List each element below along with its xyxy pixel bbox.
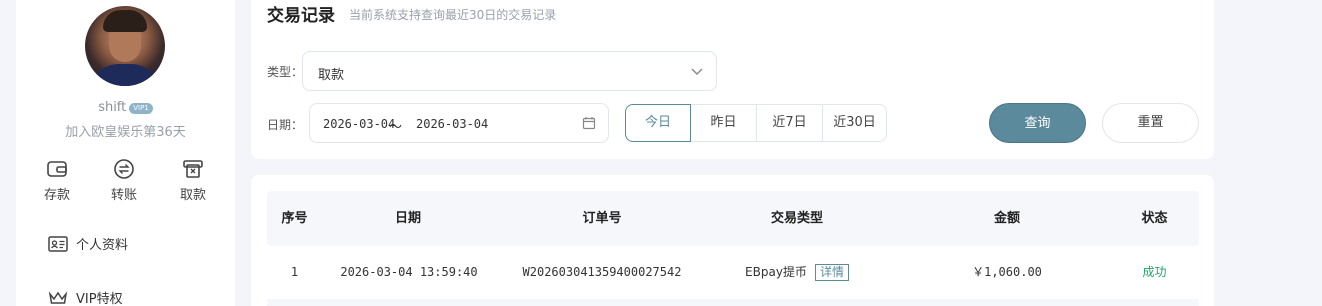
- type-select-value: 取款: [318, 68, 345, 83]
- sidebar: shift VIP1 加入欧皇娱乐第36天 存款 转账 取款 个人资料 VIP特…: [16, 0, 235, 306]
- wallet-icon: [47, 161, 67, 177]
- deposit-button[interactable]: 存款: [32, 158, 82, 203]
- withdraw-icon: [183, 160, 203, 178]
- crown-icon: [48, 291, 68, 304]
- avatar[interactable]: [85, 6, 165, 86]
- chevron-down-icon: [691, 68, 703, 75]
- join-days-text: 加入欧皇娱乐第36天: [65, 125, 186, 140]
- cell-type: EBpay提币 详情: [732, 246, 862, 298]
- quick-date-group: 今日 昨日 近7日 近30日: [625, 104, 887, 142]
- withdraw-label: 取款: [179, 188, 206, 203]
- query-button[interactable]: 查询: [989, 103, 1086, 143]
- column-header-order-no: 订单号: [582, 211, 622, 226]
- detail-button[interactable]: 详情: [814, 264, 849, 281]
- quick-date-today[interactable]: 今日: [625, 104, 691, 142]
- menu-item-vip[interactable]: VIP特权: [48, 290, 123, 306]
- username: shift: [98, 100, 127, 115]
- cell-date: 2026-03-04 13:59:40: [340, 265, 478, 279]
- withdraw-button[interactable]: 取款: [168, 158, 218, 203]
- deposit-label: 存款: [43, 188, 70, 203]
- vip-badge: VIP1: [129, 103, 153, 114]
- transfer-icon: [114, 159, 134, 179]
- cell-order-no: W202603041359400027542: [522, 265, 682, 279]
- table-row: 1 2026-03-04 13:59:40 W20260304135940002…: [267, 246, 1199, 298]
- menu-item-profile-label: 个人资料: [76, 238, 129, 253]
- type-label: 类型：: [267, 65, 304, 79]
- status-badge: 成功: [1142, 265, 1167, 279]
- type-select[interactable]: 取款: [302, 51, 717, 91]
- page-subtitle: 当前系统支持查询最近30日的交易记录: [349, 8, 557, 22]
- profile-card-icon: [48, 236, 68, 252]
- transfer-label: 转账: [110, 188, 137, 203]
- reset-button[interactable]: 重置: [1102, 103, 1199, 143]
- table-header: 序号 日期 订单号 交易类型 金额 状态: [267, 191, 1199, 246]
- cell-type-text: EBpay提币: [745, 265, 807, 279]
- filter-panel: 交易记录 当前系统支持查询最近30日的交易记录 类型： 取款 日期： 2026-…: [251, 0, 1214, 159]
- column-header-index: 序号: [281, 211, 308, 226]
- column-header-type: 交易类型: [770, 211, 823, 226]
- quick-date-7days[interactable]: 近7日: [757, 104, 823, 142]
- quick-date-yesterday[interactable]: 昨日: [691, 104, 757, 142]
- menu-item-profile[interactable]: 个人资料: [48, 236, 128, 256]
- column-header-date: 日期: [394, 211, 421, 226]
- column-header-status: 状态: [1141, 211, 1168, 226]
- date-label: 日期：: [267, 118, 304, 132]
- date-range-picker[interactable]: 2026-03-04 ～ 2026-03-04: [309, 103, 609, 143]
- cell-index: 1: [290, 265, 299, 279]
- menu-item-vip-label: VIP特权: [76, 292, 123, 306]
- date-end[interactable]: 2026-03-04: [416, 117, 488, 131]
- calendar-icon: [582, 117, 596, 130]
- quick-date-30days[interactable]: 近30日: [823, 104, 887, 142]
- cell-amount: ￥1,060.00: [972, 265, 1042, 279]
- date-separator: ～: [389, 120, 403, 135]
- transaction-table: 序号 日期 订单号 交易类型 金额 状态 1 2026-03-04 13:59:…: [251, 175, 1214, 306]
- page-title: 交易记录: [267, 6, 335, 26]
- date-start[interactable]: 2026-03-04: [323, 117, 395, 131]
- username-row: shift VIP1: [16, 100, 235, 115]
- table-row-stripe: [267, 299, 1199, 306]
- transfer-button[interactable]: 转账: [99, 158, 149, 203]
- column-header-amount: 金额: [993, 211, 1020, 226]
